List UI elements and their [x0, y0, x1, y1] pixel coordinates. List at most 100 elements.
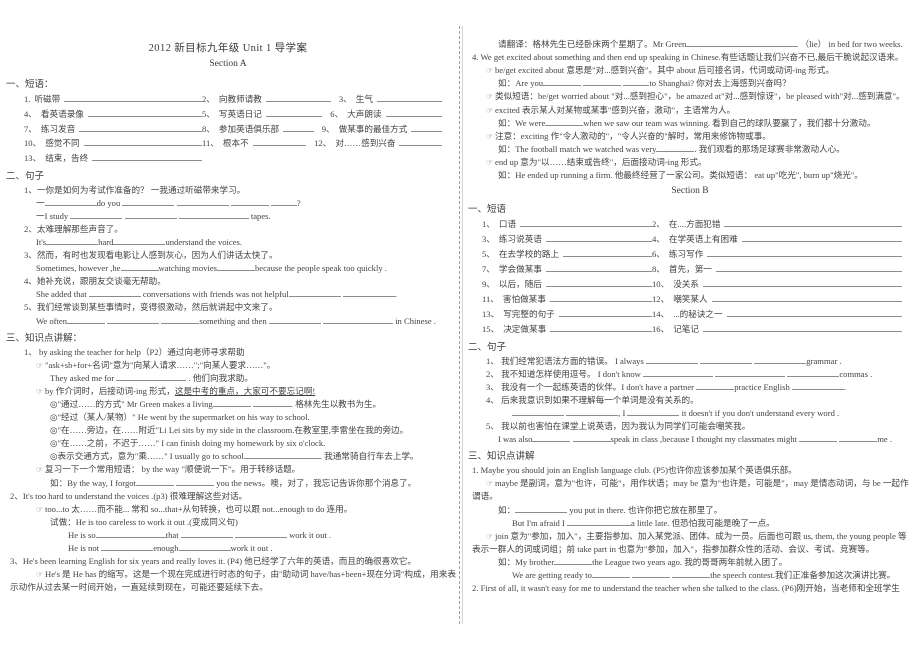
sentence-number: 2、 [486, 368, 499, 379]
answer-blank[interactable] [116, 373, 187, 381]
answer-blank[interactable] [95, 530, 166, 538]
answer-blank[interactable] [532, 434, 571, 443]
answer-blank[interactable] [656, 144, 695, 152]
answer-blank[interactable] [567, 517, 594, 526]
phrase-number: 13、 [482, 308, 500, 319]
question-mark: ? [296, 197, 301, 208]
answer-blank[interactable] [545, 234, 652, 243]
answer-blank[interactable] [741, 234, 902, 243]
answer-blank[interactable] [178, 543, 231, 551]
phrase-number: 11、 [482, 293, 499, 304]
answer-blank[interactable] [64, 94, 202, 102]
answer-blank[interactable] [550, 324, 652, 332]
answer-blank[interactable] [711, 294, 902, 302]
answer-blank[interactable] [377, 94, 442, 102]
answer-blank[interactable] [234, 530, 287, 538]
answer-blank[interactable] [79, 123, 202, 132]
answer-blank[interactable] [643, 369, 714, 377]
answer-blank[interactable] [558, 309, 652, 317]
answer-blank[interactable] [754, 355, 807, 364]
answer-blank[interactable] [545, 264, 652, 273]
answer-blank[interactable] [83, 138, 202, 147]
answer-blank[interactable] [545, 117, 584, 126]
answer-blank[interactable] [135, 477, 174, 486]
answer-blank[interactable] [515, 504, 568, 513]
answer-blank[interactable] [411, 123, 442, 132]
answer-blank[interactable] [787, 369, 840, 377]
answer-blank[interactable] [703, 279, 902, 287]
answer-blank[interactable] [268, 315, 321, 324]
answer-blank[interactable] [46, 237, 99, 246]
answer-blank[interactable] [281, 451, 320, 460]
bullet-text: join 意为"参加，加入"，主要指参加、加入某党派、团体、成为一员。后面也可跟… [495, 530, 907, 541]
sentence-number: 3、 [24, 250, 37, 261]
answer-blank[interactable] [572, 434, 611, 443]
answer-blank[interactable] [623, 78, 650, 87]
answer-blank[interactable] [645, 355, 698, 364]
answer-blank[interactable] [180, 530, 233, 538]
answer-blank[interactable] [593, 517, 632, 526]
answer-blank[interactable] [107, 315, 160, 324]
answer-blank[interactable] [178, 211, 249, 220]
answer-blank[interactable] [703, 324, 902, 332]
answer-blank[interactable] [591, 570, 630, 578]
answer-blank[interactable] [583, 78, 622, 87]
answer-blank[interactable] [342, 289, 395, 298]
answer-blank[interactable] [124, 211, 177, 220]
answer-blank[interactable] [399, 138, 442, 147]
answer-blank[interactable] [161, 315, 200, 324]
answer-blank[interactable] [216, 263, 255, 272]
answer-blank[interactable] [322, 315, 393, 324]
answer-blank[interactable] [726, 309, 902, 317]
answer-blank[interactable] [67, 315, 106, 324]
left-phrases-heading: 一、短语： [6, 80, 54, 90]
answer-blank[interactable] [265, 108, 323, 117]
answer-blank[interactable] [696, 382, 735, 390]
answer-blank[interactable] [252, 399, 291, 408]
answer-blank[interactable] [243, 451, 282, 460]
sentence-english-mid: something and then [199, 315, 267, 326]
answer-blank[interactable] [113, 237, 166, 246]
answer-blank[interactable] [176, 477, 215, 486]
answer-blank[interactable] [724, 219, 902, 228]
answer-blank[interactable] [707, 249, 902, 258]
answer-blank[interactable] [70, 211, 123, 220]
dash-marker: 一 [36, 197, 45, 208]
answer-blank[interactable] [44, 198, 97, 206]
answer-blank[interactable] [563, 249, 652, 258]
answer-blank[interactable] [120, 263, 159, 272]
answer-blank[interactable] [212, 399, 251, 408]
answer-blank[interactable] [632, 570, 671, 578]
answer-blank[interactable] [543, 78, 582, 87]
answer-blank[interactable] [791, 382, 844, 390]
sentence-number: 5、 [24, 302, 37, 313]
answer-blank[interactable] [512, 408, 564, 417]
answer-blank[interactable] [265, 94, 331, 102]
answer-blank[interactable] [101, 543, 154, 551]
answer-blank[interactable] [554, 557, 593, 565]
answer-blank[interactable] [288, 289, 341, 298]
answer-blank[interactable] [270, 198, 297, 206]
answer-blank[interactable] [545, 279, 652, 287]
sentence-english-end: . [394, 289, 398, 300]
answer-blank[interactable] [839, 434, 878, 443]
answer-blank[interactable] [799, 434, 838, 443]
answer-blank[interactable] [230, 198, 269, 206]
answer-blank[interactable] [87, 108, 202, 117]
answer-blank[interactable] [715, 264, 902, 273]
answer-blank[interactable] [627, 408, 680, 417]
answer-blank[interactable] [385, 108, 442, 117]
answer-blank[interactable] [700, 355, 753, 364]
answer-blank[interactable] [92, 153, 202, 162]
answer-blank[interactable] [715, 369, 786, 377]
answer-blank[interactable] [520, 219, 652, 228]
answer-blank[interactable] [566, 408, 619, 417]
answer-blank[interactable] [122, 198, 175, 206]
answer-blank[interactable] [252, 138, 307, 147]
answer-blank[interactable] [176, 198, 229, 206]
answer-blank[interactable] [549, 294, 652, 302]
answer-blank[interactable] [88, 289, 141, 298]
answer-blank[interactable] [686, 39, 799, 47]
answer-blank[interactable] [672, 570, 711, 578]
answer-blank[interactable] [283, 123, 314, 132]
